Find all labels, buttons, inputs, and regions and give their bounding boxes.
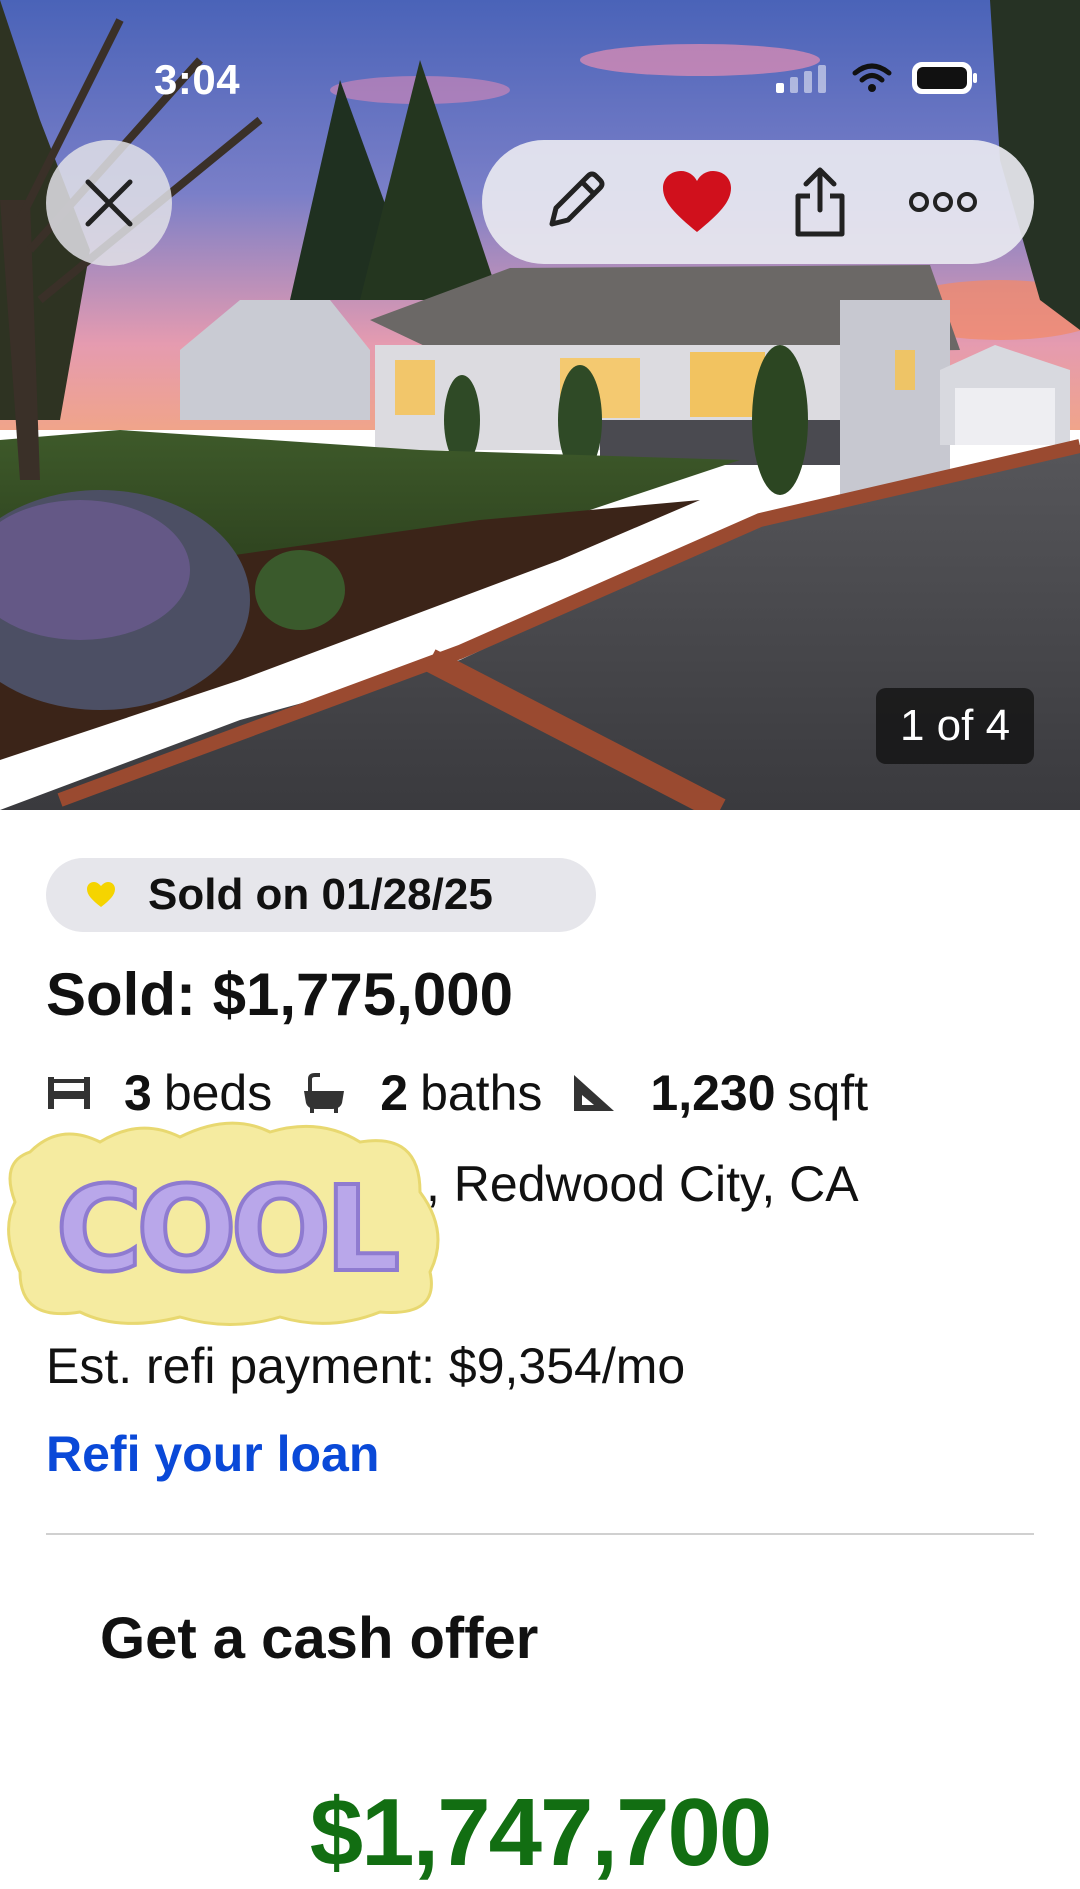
share-icon	[795, 167, 844, 237]
cash-offer-title: Get a cash offer	[100, 1606, 539, 1671]
refi-loan-link[interactable]: Refi your loan	[46, 1425, 379, 1483]
listing-photo[interactable]: 3:04 1 of 4	[0, 0, 1080, 810]
edit-button[interactable]	[529, 157, 619, 247]
sqft-value: 1,230	[650, 1065, 776, 1121]
more-icon	[908, 192, 977, 212]
status-icons	[776, 62, 978, 94]
sqft-fact: 1,230 sqft	[572, 1064, 868, 1122]
sticker-text: COOL	[56, 1160, 397, 1298]
photo-counter: 1 of 4	[876, 688, 1034, 764]
battery-icon	[912, 62, 977, 94]
sqft-label: sqft	[787, 1065, 869, 1121]
cool-sticker: COOL	[7, 1121, 440, 1326]
sold-status-badge: Sold on 01/28/25	[46, 858, 596, 932]
ruler-icon	[574, 1075, 615, 1111]
close-icon	[85, 179, 133, 227]
favorite-button[interactable]	[652, 157, 742, 247]
share-button[interactable]	[775, 157, 865, 247]
wifi-icon	[852, 63, 892, 92]
section-divider	[46, 1533, 1034, 1535]
signal-icon	[776, 65, 826, 93]
action-toolbar	[482, 140, 1034, 264]
cash-offer-value: $1,747,700	[309, 1779, 772, 1886]
close-button[interactable]	[46, 140, 172, 266]
pencil-icon	[549, 171, 604, 227]
sold-date-text: Sold on 01/28/25	[148, 870, 493, 919]
bed-icon	[48, 1077, 90, 1109]
status-time: 3:04	[154, 56, 241, 103]
refi-payment-estimate: Est. refi payment: $9,354/mo	[46, 1338, 686, 1394]
sold-price: Sold: $1,775,000	[46, 961, 513, 1028]
more-button[interactable]	[898, 157, 988, 247]
heart-icon	[662, 171, 731, 232]
heart-icon	[87, 882, 115, 907]
address-city: , Redwood City, CA	[426, 1156, 859, 1212]
bath-icon	[304, 1073, 345, 1113]
